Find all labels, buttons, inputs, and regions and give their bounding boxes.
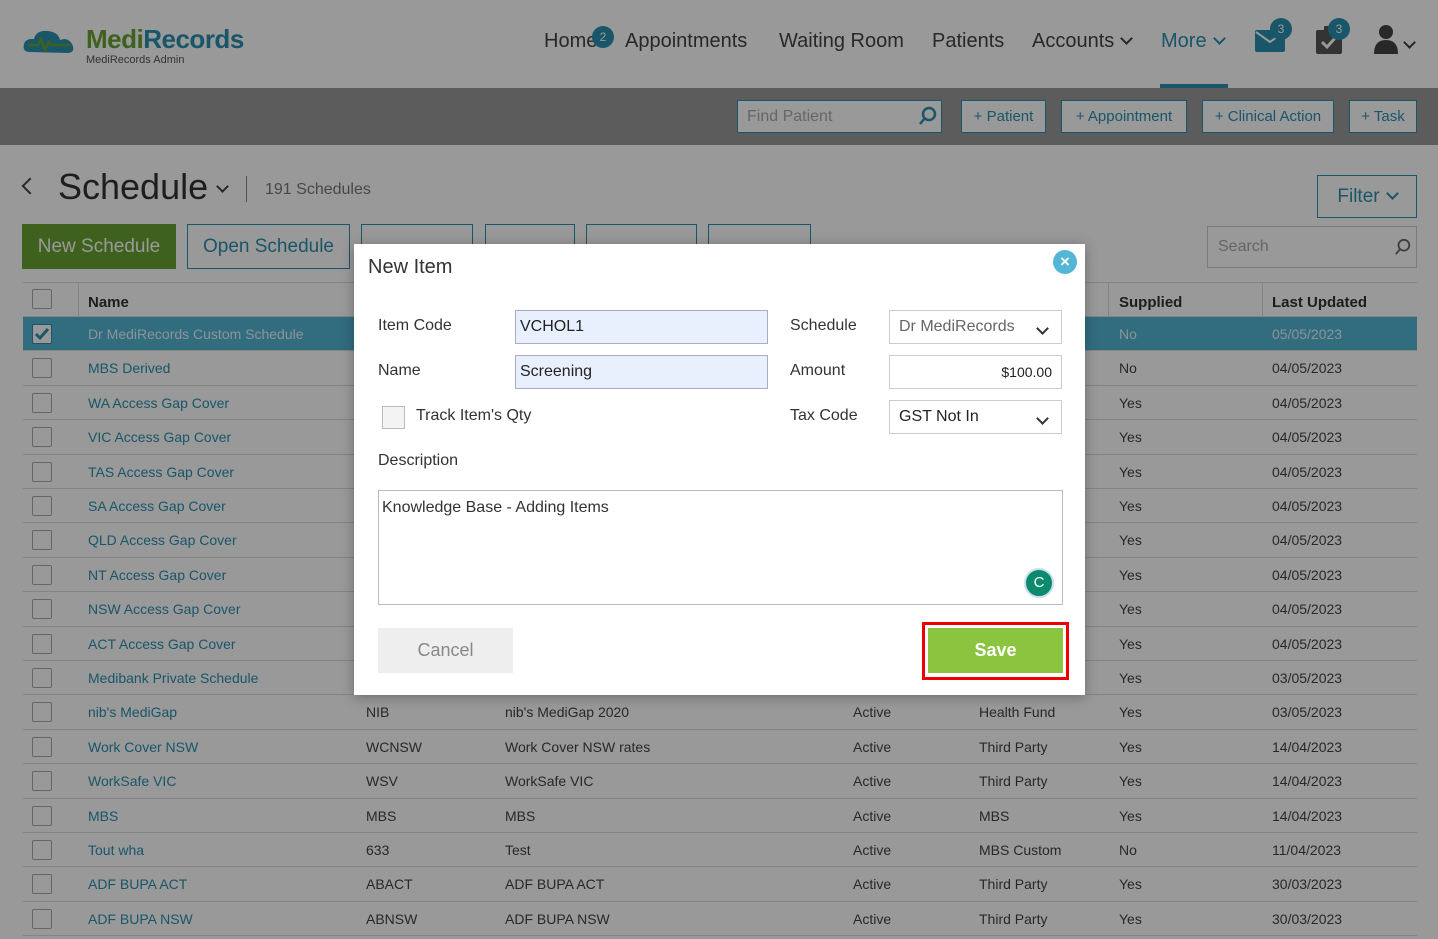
item-code-field[interactable]: VCHOL1: [515, 310, 768, 344]
schedule-select[interactable]: Dr MediRecords: [889, 310, 1062, 344]
save-button[interactable]: Save: [928, 628, 1063, 673]
chevron-down-icon: [1036, 322, 1049, 335]
description-label: Description: [378, 452, 459, 469]
tax-code-select-value: GST Not In: [899, 408, 979, 425]
chevron-down-icon: [1036, 412, 1049, 425]
schedule-select-value: Dr MediRecords: [899, 318, 1015, 335]
description-text: Knowledge Base - Adding Items: [382, 499, 609, 516]
track-qty-label: Track Item's Qty: [416, 407, 532, 424]
dialog-title: New Item: [368, 256, 453, 278]
track-qty-checkbox[interactable]: [382, 406, 405, 429]
new-item-dialog: New Item × Item Code VCHOL1 Name Screeni…: [354, 244, 1085, 695]
name-label: Name: [378, 362, 421, 379]
tax-code-select[interactable]: GST Not In: [889, 400, 1062, 434]
description-textarea[interactable]: Knowledge Base - Adding Items C: [378, 490, 1063, 605]
tax-code-label: Tax Code: [790, 407, 858, 424]
close-icon[interactable]: ×: [1053, 250, 1077, 274]
grammarly-icon[interactable]: C: [1024, 568, 1054, 598]
item-code-label: Item Code: [378, 317, 452, 334]
name-field[interactable]: Screening: [515, 355, 768, 389]
cancel-button[interactable]: Cancel: [378, 628, 513, 673]
amount-label: Amount: [790, 362, 846, 379]
schedule-label: Schedule: [790, 317, 857, 334]
amount-field[interactable]: $100.00: [889, 355, 1062, 389]
